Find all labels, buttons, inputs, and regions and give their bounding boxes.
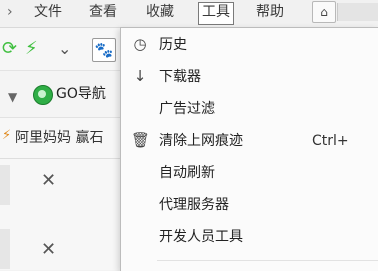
menu-item-label: 自动刷新 — [159, 165, 215, 181]
menu-item-label: 清除上网痕迹 — [159, 133, 243, 149]
clock-icon: ◷ — [133, 35, 147, 53]
chevron-down-icon[interactable]: ⌄ — [58, 39, 71, 59]
menubar-scroll-area — [337, 3, 378, 21]
trash-icon: 🗑 — [131, 131, 151, 149]
shortcut-label: Ctrl+ — [312, 133, 349, 149]
menu-help[interactable]: 帮助 — [253, 2, 287, 23]
menu-item-clear-history[interactable]: 🗑 清除上网痕迹 Ctrl+ — [121, 126, 378, 156]
home-icon[interactable]: ⌂ — [312, 1, 336, 23]
menu-bar: › 文件 查看 收藏 工具 帮助 ⌂ — [0, 0, 378, 28]
menu-favorites[interactable]: 收藏 — [143, 2, 177, 23]
menu-item-ad-filter[interactable]: 广告过滤 — [121, 94, 378, 124]
bookmark-link[interactable]: 阿里妈妈 赢石 — [15, 128, 103, 148]
menu-item-label: 代理服务器 — [159, 197, 229, 213]
close-icon[interactable]: ✕ — [41, 239, 56, 260]
baidu-paw-icon[interactable]: 🐾 — [92, 38, 116, 62]
menu-view[interactable]: 查看 — [86, 2, 120, 23]
dropdown-arrow-icon[interactable]: ▼ — [8, 87, 17, 107]
chevron-right-icon[interactable]: › — [7, 2, 13, 23]
panel-divider — [0, 165, 10, 205]
close-icon[interactable]: ✕ — [41, 170, 56, 191]
menu-item-proxy[interactable]: 代理服务器 — [121, 190, 378, 220]
menu-item-label: 下载器 — [159, 69, 201, 85]
menu-item-history[interactable]: ◷ 历史 — [121, 30, 378, 60]
menu-file[interactable]: 文件 — [31, 2, 65, 23]
menu-item-downloader[interactable]: ↓ 下载器 — [121, 62, 378, 92]
menu-item-dev-tools[interactable]: 开发人员工具 — [121, 222, 378, 252]
download-arrow-icon: ↓ — [133, 67, 147, 85]
menu-item-label: 历史 — [159, 37, 187, 53]
menu-item-label: 开发人员工具 — [159, 229, 243, 245]
menu-item-label: 广告过滤 — [159, 101, 215, 117]
lightning-icon[interactable]: ⚡ — [25, 39, 38, 59]
go-nav-label[interactable]: GO导航 — [56, 84, 106, 104]
menu-item-auto-refresh[interactable]: 自动刷新 — [121, 158, 378, 188]
go-nav-icon[interactable] — [33, 85, 53, 105]
refresh-icon[interactable]: ⟳ — [2, 39, 17, 59]
panel-divider — [0, 229, 10, 269]
menu-tools[interactable]: 工具 — [198, 2, 234, 25]
bookmark-icon: ⚡ — [2, 128, 12, 143]
tools-menu: ◷ 历史 ↓ 下载器 广告过滤 🗑 清除上网痕迹 Ctrl+ 自动刷新 代理服务… — [120, 27, 378, 271]
menu-separator — [157, 260, 378, 261]
